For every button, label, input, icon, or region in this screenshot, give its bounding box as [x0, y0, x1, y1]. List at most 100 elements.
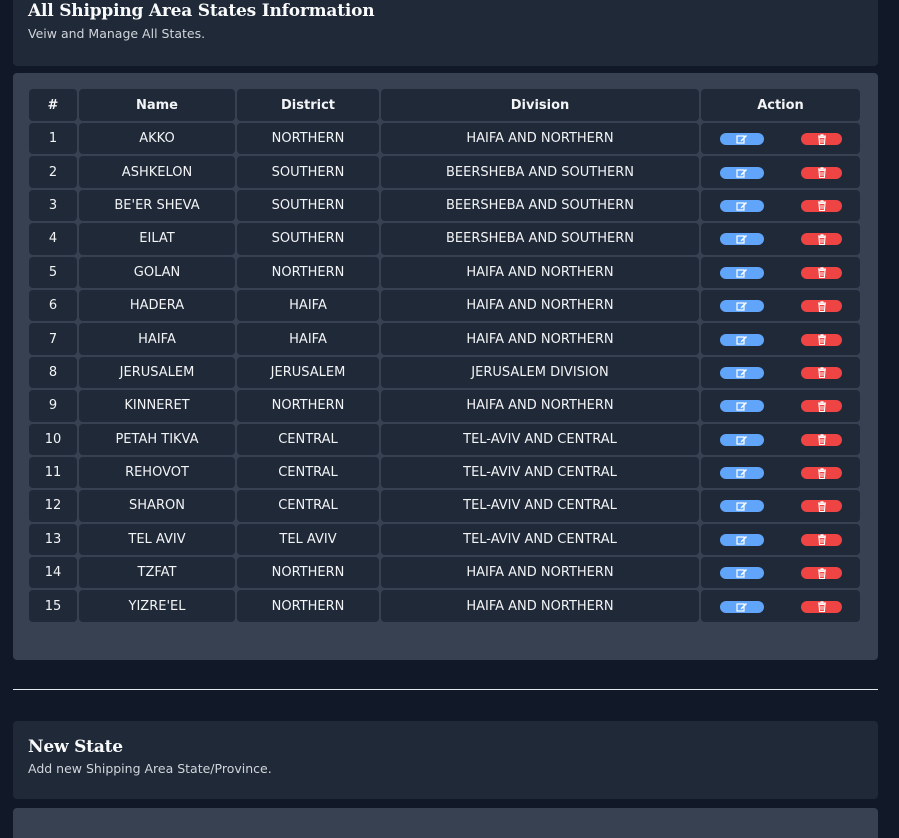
delete-button[interactable] — [801, 600, 842, 613]
row-actions — [701, 423, 860, 455]
edit-button[interactable] — [720, 166, 764, 179]
table-row: 12 SHARON CENTRAL TEL-AVIV AND CENTRAL — [29, 490, 860, 522]
edit-button[interactable] — [720, 400, 764, 413]
edit-icon — [736, 335, 748, 345]
state-division: JERUSALEM DIVISION — [381, 356, 699, 389]
edit-button[interactable] — [720, 199, 764, 212]
state-division: HAIFA AND NORTHERN — [381, 390, 699, 422]
table-row: 10 PETAH TIKVA CENTRAL TEL-AVIV AND CENTRAL — [29, 423, 860, 455]
table-row: 9 KINNERET NORTHERN HAIFA AND NORTHERN — [29, 390, 860, 422]
states-header-card: All Shipping Area States Information Vei… — [13, 0, 878, 66]
delete-button[interactable] — [801, 467, 842, 480]
row-number: 13 — [29, 523, 77, 556]
trash-icon — [817, 534, 827, 546]
state-district: SOUTHERN — [237, 189, 379, 222]
row-number: 7 — [29, 323, 77, 355]
delete-button[interactable] — [801, 266, 842, 279]
page-title: All Shipping Area States Information — [28, 1, 375, 21]
new-state-form-panel — [13, 808, 878, 838]
table-row: 6 HADERA HAIFA HAIFA AND NORTHERN — [29, 289, 860, 322]
edit-button[interactable] — [720, 300, 764, 313]
delete-button[interactable] — [801, 333, 842, 346]
state-district: NORTHERN — [237, 123, 379, 155]
header-division: Division — [381, 89, 699, 121]
state-division: HAIFA AND NORTHERN — [381, 323, 699, 355]
delete-button[interactable] — [801, 533, 842, 546]
edit-button[interactable] — [720, 600, 764, 613]
edit-icon — [736, 401, 748, 411]
edit-button[interactable] — [720, 500, 764, 513]
state-division: TEL-AVIV AND CENTRAL — [381, 490, 699, 522]
state-district: NORTHERN — [237, 256, 379, 288]
delete-button[interactable] — [801, 567, 842, 580]
state-name: REHOVOT — [79, 456, 235, 489]
edit-icon — [736, 201, 748, 211]
row-actions — [701, 356, 860, 389]
trash-icon — [817, 601, 827, 613]
delete-button[interactable] — [801, 300, 842, 313]
table-row: 13 TEL AVIV TEL AVIV TEL-AVIV AND CENTRAL — [29, 523, 860, 556]
table-row: 5 GOLAN NORTHERN HAIFA AND NORTHERN — [29, 256, 860, 288]
state-division: BEERSHEBA AND SOUTHERN — [381, 189, 699, 222]
trash-icon — [817, 434, 827, 446]
edit-icon — [736, 568, 748, 578]
delete-button[interactable] — [801, 199, 842, 212]
state-division: TEL-AVIV AND CENTRAL — [381, 423, 699, 455]
delete-button[interactable] — [801, 400, 842, 413]
page-subtitle: Veiw and Manage All States. — [28, 26, 206, 41]
row-number: 11 — [29, 456, 77, 489]
state-district: HAIFA — [237, 323, 379, 355]
row-actions — [701, 490, 860, 522]
state-name: YIZRE'EL — [79, 590, 235, 622]
edit-icon — [736, 468, 748, 478]
row-actions — [701, 523, 860, 556]
delete-button[interactable] — [801, 500, 842, 513]
edit-button[interactable] — [720, 133, 764, 146]
row-number: 3 — [29, 189, 77, 222]
row-actions — [701, 123, 860, 155]
delete-button[interactable] — [801, 133, 842, 146]
state-division: HAIFA AND NORTHERN — [381, 590, 699, 622]
new-state-title: New State — [28, 737, 123, 757]
row-number: 14 — [29, 557, 77, 589]
header-number: # — [29, 89, 77, 121]
header-district: District — [237, 89, 379, 121]
state-district: NORTHERN — [237, 557, 379, 589]
state-division: BEERSHEBA AND SOUTHERN — [381, 223, 699, 255]
state-name: HAIFA — [79, 323, 235, 355]
edit-button[interactable] — [720, 467, 764, 480]
edit-button[interactable] — [720, 433, 764, 446]
trash-icon — [817, 334, 827, 346]
row-number: 4 — [29, 223, 77, 255]
edit-button[interactable] — [720, 567, 764, 580]
states-table-panel: # Name District Division Action 1 AKKO NOR… — [13, 73, 878, 660]
edit-button[interactable] — [720, 366, 764, 379]
section-divider — [13, 689, 878, 690]
edit-button[interactable] — [720, 266, 764, 279]
trash-icon — [817, 367, 827, 379]
edit-button[interactable] — [720, 233, 764, 246]
delete-button[interactable] — [801, 433, 842, 446]
edit-icon — [736, 134, 748, 144]
table-row: 15 YIZRE'EL NORTHERN HAIFA AND NORTHERN — [29, 590, 860, 622]
new-state-header-card: New State Add new Shipping Area State/Pr… — [13, 721, 878, 799]
table-row: 1 AKKO NORTHERN HAIFA AND NORTHERN — [29, 123, 860, 155]
header-name: Name — [79, 89, 235, 121]
trash-icon — [817, 501, 827, 512]
state-name: ASHKELON — [79, 156, 235, 188]
row-actions — [701, 590, 860, 622]
edit-icon — [736, 301, 748, 311]
delete-button[interactable] — [801, 166, 842, 179]
table-row: 7 HAIFA HAIFA HAIFA AND NORTHERN — [29, 323, 860, 355]
delete-button[interactable] — [801, 233, 842, 246]
state-district: HAIFA — [237, 289, 379, 322]
row-actions — [701, 456, 860, 489]
table-row: 3 BE'ER SHEVA SOUTHERN BEERSHEBA AND SOUTHE… — [29, 189, 860, 222]
delete-button[interactable] — [801, 366, 842, 379]
edit-button[interactable] — [720, 333, 764, 346]
edit-button[interactable] — [720, 533, 764, 546]
trash-icon — [817, 568, 827, 579]
table-header-row: # Name District Division Action — [29, 89, 860, 121]
state-name: PETAH TIKVA — [79, 423, 235, 455]
state-division: HAIFA AND NORTHERN — [381, 123, 699, 155]
